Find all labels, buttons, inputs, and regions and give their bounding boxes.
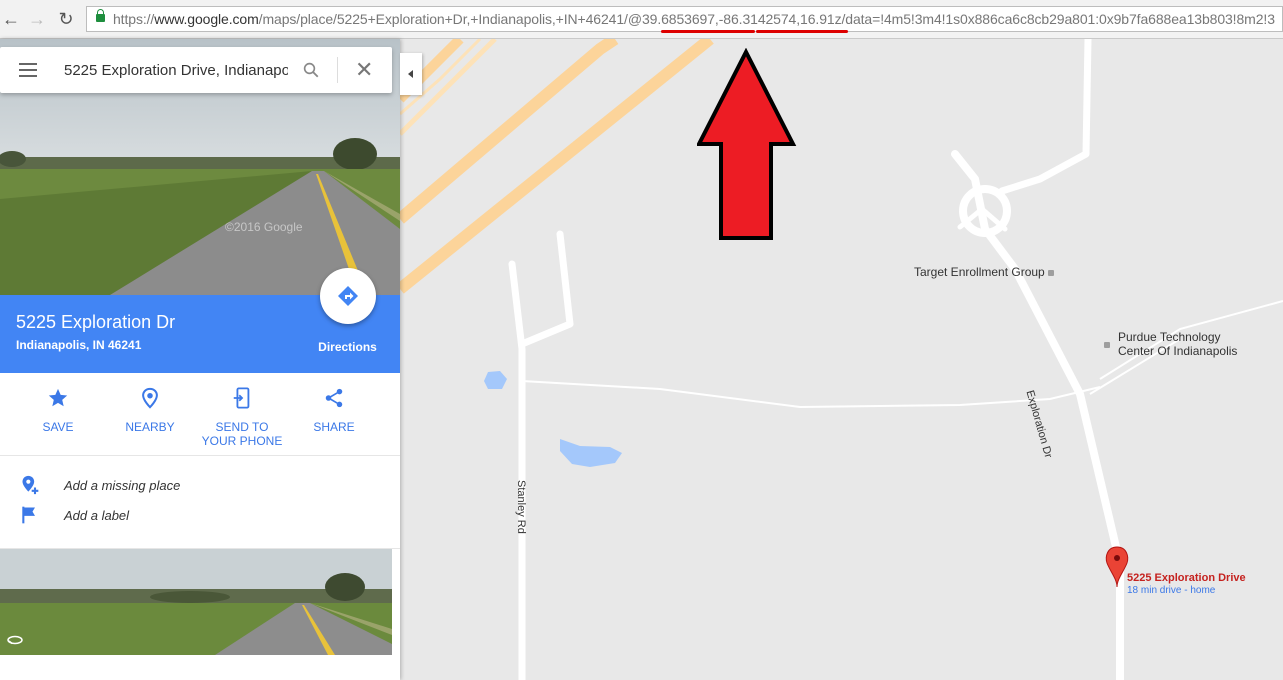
nearby-button[interactable]: NEARBY bbox=[105, 387, 195, 434]
street-view-thumbnail[interactable] bbox=[0, 549, 392, 655]
search-icon[interactable] bbox=[302, 61, 320, 79]
map-label-target-text: Target Enrollment Group bbox=[914, 265, 1045, 279]
add-missing-place-label: Add a missing place bbox=[64, 478, 181, 493]
location-pin-icon bbox=[1105, 546, 1129, 588]
search-input[interactable]: 5225 Exploration Drive, Indianapolis, IN… bbox=[64, 62, 288, 79]
menu-icon[interactable] bbox=[19, 63, 37, 77]
save-button[interactable]: SAVE bbox=[13, 387, 103, 434]
send-to-phone-button[interactable]: SEND TO YOUR PHONE bbox=[197, 387, 287, 448]
reload-icon[interactable]: ↻ bbox=[55, 8, 77, 30]
directions-button[interactable] bbox=[320, 268, 376, 324]
longitude-underline bbox=[756, 30, 848, 33]
lock-icon bbox=[96, 9, 105, 22]
nearby-label: NEARBY bbox=[125, 420, 175, 434]
back-arrow-icon[interactable]: ← bbox=[0, 8, 22, 30]
pin-title[interactable]: 5225 Exploration Drive bbox=[1127, 572, 1246, 584]
directions-label[interactable]: Directions bbox=[300, 340, 395, 354]
pin-subtitle[interactable]: 18 min drive - home bbox=[1127, 585, 1215, 596]
add-label-link[interactable]: Add a label bbox=[0, 504, 400, 528]
add-place-icon bbox=[22, 475, 39, 495]
share-icon bbox=[325, 388, 343, 408]
add-label-label: Add a label bbox=[64, 508, 130, 523]
poi-dot-icon bbox=[1048, 269, 1055, 276]
collapse-panel-button[interactable] bbox=[400, 53, 422, 95]
send-to-phone-icon bbox=[233, 387, 250, 409]
nearby-pin-icon bbox=[142, 387, 158, 409]
share-button[interactable]: SHARE bbox=[289, 387, 379, 434]
place-panel: ©2016 Google 5225 Exploration Dr Indiana… bbox=[0, 39, 400, 680]
map-label-purdue-2[interactable]: Center Of Indianapolis bbox=[1118, 344, 1237, 358]
poi-dot-icon bbox=[1104, 337, 1110, 351]
latitude-underline bbox=[661, 30, 755, 33]
search-box: 5225 Exploration Drive, Indianapolis, IN… bbox=[0, 47, 392, 93]
place-name: 5225 Exploration Dr bbox=[16, 312, 176, 332]
close-icon[interactable]: ✕ bbox=[355, 59, 373, 81]
360-view-icon bbox=[7, 635, 23, 645]
street-view-thumbnail-image bbox=[0, 549, 392, 655]
address-bar[interactable]: https://www.google.com/maps/place/5225+E… bbox=[86, 6, 1283, 32]
action-bar: SAVE NEARBY SEND TO YOUR PHONE SHARE bbox=[0, 373, 400, 456]
directions-icon bbox=[338, 286, 358, 306]
star-icon bbox=[48, 388, 68, 407]
save-label: SAVE bbox=[42, 420, 74, 434]
red-up-arrow-annotation bbox=[697, 48, 797, 240]
divider bbox=[337, 57, 338, 83]
contribute-links: Add a missing place Add a label bbox=[0, 456, 400, 549]
url-text: https://www.google.com/maps/place/5225+E… bbox=[113, 11, 1275, 27]
send-to-phone-label: SEND TO YOUR PHONE bbox=[201, 420, 283, 448]
flag-icon bbox=[22, 506, 35, 524]
map-label-stanley-rd: Stanley Rd bbox=[515, 480, 527, 534]
place-address: Indianapolis, IN 46241 bbox=[16, 338, 142, 352]
photo-watermark: ©2016 Google bbox=[225, 220, 303, 234]
add-missing-place-link[interactable]: Add a missing place bbox=[0, 474, 400, 498]
browser-toolbar: ← → ↻ https://www.google.com/maps/place/… bbox=[0, 0, 1283, 39]
map-label-purdue-1[interactable]: Purdue Technology bbox=[1118, 330, 1221, 344]
map-label-target[interactable]: Target Enrollment Group bbox=[914, 265, 1055, 279]
forward-arrow-icon[interactable]: → bbox=[26, 8, 48, 30]
share-label: SHARE bbox=[313, 420, 355, 434]
